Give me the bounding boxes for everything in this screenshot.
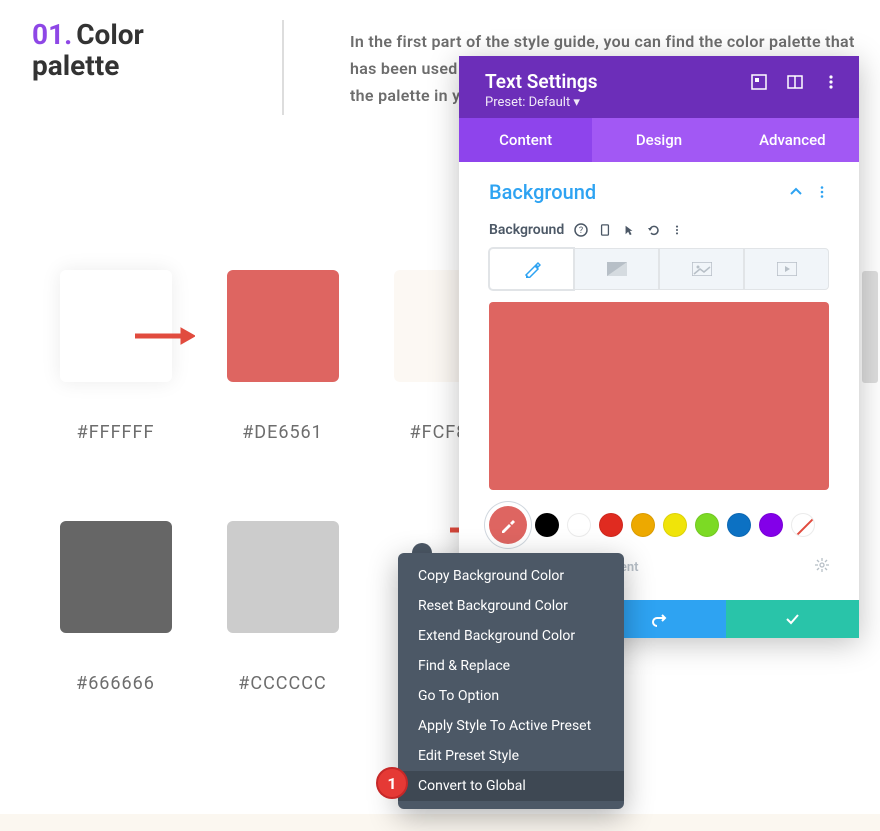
background-field-row: Background ?: [489, 222, 829, 238]
gear-icon[interactable]: [815, 558, 829, 576]
panel-tabs: Content Design Advanced: [459, 118, 859, 162]
columns-icon[interactable]: [787, 74, 803, 90]
swatch-transparent[interactable]: [791, 513, 815, 537]
kebab-icon[interactable]: [670, 223, 684, 237]
bg-tab-image[interactable]: [659, 248, 744, 290]
color-swatch-row: [489, 506, 829, 544]
panel-body: Background Background ?: [459, 162, 859, 600]
text-settings-panel: Text Settings Preset: Default ▾ Content …: [459, 56, 859, 638]
swatch-item: #666666: [32, 521, 199, 694]
swatch-yellow[interactable]: [663, 513, 687, 537]
header-divider: [282, 20, 284, 115]
background-type-tabs: [489, 248, 829, 290]
swatch-item: #FFFFFF: [32, 270, 199, 443]
swatch-purple[interactable]: [759, 513, 783, 537]
tab-content[interactable]: Content: [459, 118, 592, 162]
context-menu: Copy Background Color Reset Background C…: [398, 553, 624, 809]
swatch-label: #666666: [76, 673, 155, 694]
swatch-label: #DE6561: [242, 422, 323, 443]
expand-icon[interactable]: [751, 74, 767, 90]
chevron-up-icon[interactable]: [789, 185, 803, 199]
eyedropper-button[interactable]: [489, 506, 527, 544]
color-preview[interactable]: [489, 302, 829, 490]
help-icon[interactable]: ?: [574, 223, 588, 237]
swatch-white[interactable]: [567, 513, 591, 537]
annotation-arrow-swatch: [135, 326, 195, 346]
swatch-label: #FFFFFF: [77, 422, 155, 443]
phone-icon[interactable]: [598, 223, 612, 237]
swatch-blue[interactable]: [727, 513, 751, 537]
annotation-badge-1: 1: [376, 767, 408, 799]
scrollbar-stub[interactable]: [862, 271, 878, 383]
page-title-number: 01.: [32, 18, 72, 51]
panel-header-icons: [751, 74, 839, 90]
swatch-red[interactable]: [599, 513, 623, 537]
ctx-extend-bg[interactable]: Extend Background Color: [398, 621, 624, 651]
panel-preset[interactable]: Preset: Default ▾: [485, 95, 833, 110]
undo-icon[interactable]: [646, 223, 660, 237]
footer-save-button[interactable]: [726, 600, 859, 638]
swatch-box[interactable]: [60, 521, 172, 633]
page-title: 01. Color palette: [32, 20, 232, 82]
tab-advanced[interactable]: Advanced: [726, 118, 859, 162]
swatch-item: #CCCCCC: [199, 521, 366, 694]
swatch-box[interactable]: [227, 270, 339, 382]
field-label: Background: [489, 222, 564, 238]
bg-tab-color[interactable]: [489, 248, 574, 290]
section-header: Background: [489, 180, 829, 204]
tab-design[interactable]: Design: [592, 118, 725, 162]
swatch-item: #DE6561: [199, 270, 366, 443]
section-title[interactable]: Background: [489, 180, 596, 204]
panel-header[interactable]: Text Settings Preset: Default ▾: [459, 56, 859, 118]
page-bottom-strip: [0, 814, 880, 831]
bg-tab-video[interactable]: [744, 248, 829, 290]
ctx-edit-preset[interactable]: Edit Preset Style: [398, 741, 624, 771]
ctx-find-replace[interactable]: Find & Replace: [398, 651, 624, 681]
cursor-icon[interactable]: [622, 223, 636, 237]
swatch-orange[interactable]: [631, 513, 655, 537]
swatch-box[interactable]: [227, 521, 339, 633]
kebab-icon[interactable]: [815, 185, 829, 199]
ctx-reset-bg[interactable]: Reset Background Color: [398, 591, 624, 621]
section-actions: [789, 185, 829, 199]
swatch-green[interactable]: [695, 513, 719, 537]
svg-text:?: ?: [579, 226, 583, 236]
ctx-goto-option[interactable]: Go To Option: [398, 681, 624, 711]
swatch-label: #CCCCCC: [238, 673, 326, 694]
bg-tab-gradient[interactable]: [574, 248, 659, 290]
swatch-black[interactable]: [535, 513, 559, 537]
ctx-apply-preset[interactable]: Apply Style To Active Preset: [398, 711, 624, 741]
kebab-icon[interactable]: [823, 74, 839, 90]
ctx-copy-bg[interactable]: Copy Background Color: [398, 561, 624, 591]
ctx-convert-global[interactable]: Convert to Global: [398, 771, 624, 801]
